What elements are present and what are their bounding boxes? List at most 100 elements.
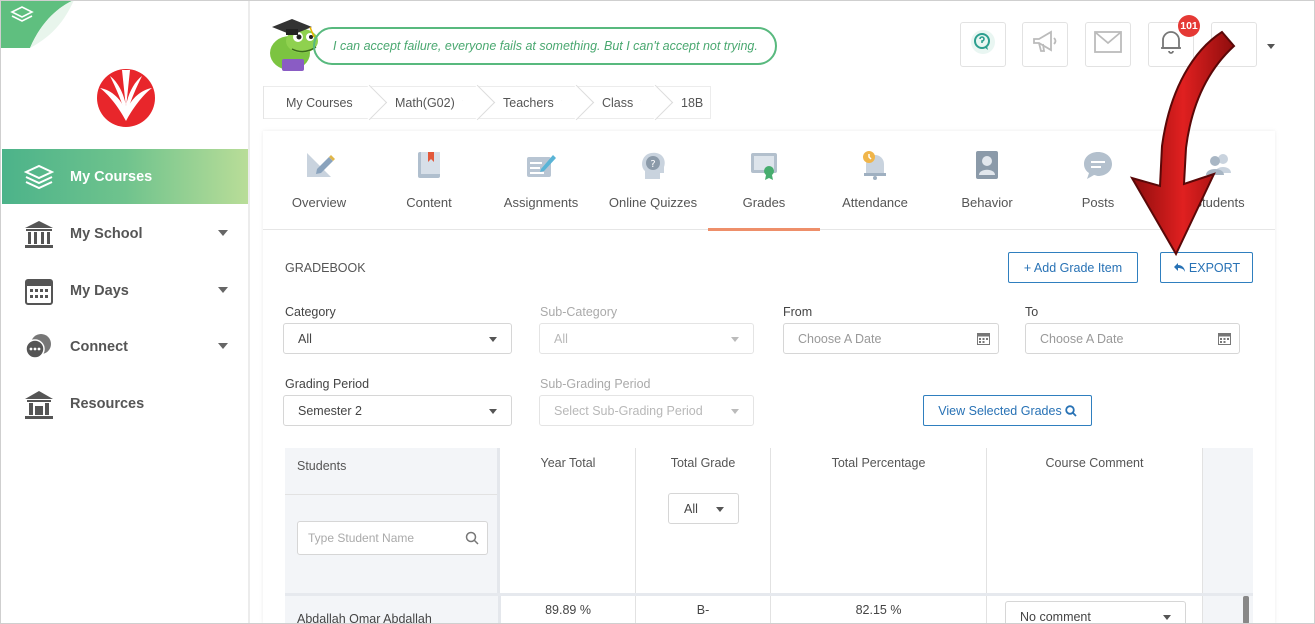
- pencil-ruler-icon: [307, 153, 335, 177]
- motivational-quote: I can accept failure, everyone fails at …: [313, 27, 777, 65]
- subcategory-label: Sub-Category: [540, 305, 618, 319]
- edit-card-icon: [527, 155, 556, 177]
- sidebar-item-my-days[interactable]: My Days: [2, 263, 248, 318]
- tab-label: Grades: [742, 195, 786, 210]
- calendar-icon: [22, 274, 56, 308]
- breadcrumb: My Courses Math(G02) Teachers Class 18B: [263, 84, 711, 121]
- tab-online-quizzes[interactable]: ? Online Quizzes: [597, 131, 709, 230]
- gradebook-table: Students Type Student Name Year Total To…: [285, 448, 1253, 624]
- breadcrumb-teachers[interactable]: Teachers: [481, 84, 595, 121]
- sidebar: My Courses My School My Days Connect Res…: [0, 0, 250, 624]
- to-date-input[interactable]: Choose A Date: [1025, 323, 1240, 354]
- tab-label: Behavior: [961, 195, 1013, 210]
- annotation-arrow-icon: [1129, 30, 1236, 257]
- sidebar-item-label: My School: [70, 225, 143, 242]
- year-total-header: Year Total: [501, 448, 636, 593]
- tab-label: Assignments: [503, 195, 579, 210]
- certificate-icon: [751, 153, 777, 180]
- school-logo-icon: [97, 69, 155, 127]
- user-menu-caret-icon[interactable]: [1267, 44, 1275, 49]
- course-comment-value: No comment: [1020, 609, 1091, 624]
- tab-content[interactable]: Content: [373, 131, 485, 230]
- subcategory-select[interactable]: All: [539, 323, 754, 354]
- students-header-label: Students: [297, 459, 347, 473]
- person-badge-icon: [976, 151, 998, 179]
- sidebar-item-resources[interactable]: Resources: [2, 376, 248, 431]
- sidebar-item-label: Resources: [70, 395, 145, 412]
- sub-grading-period-placeholder: Select Sub-Grading Period: [554, 403, 703, 418]
- gradebook-title: GRADEBOOK: [285, 261, 366, 275]
- student-search-input[interactable]: Type Student Name: [297, 521, 488, 555]
- breadcrumb-course[interactable]: Math(G02): [373, 84, 496, 121]
- tab-grades[interactable]: Grades: [708, 131, 820, 231]
- export-label: EXPORT: [1188, 260, 1241, 275]
- tab-label: Online Quizzes: [608, 195, 698, 210]
- layers-icon: [22, 160, 56, 194]
- tab-assignments[interactable]: Assignments: [485, 131, 597, 230]
- chevron-down-icon: [489, 409, 497, 414]
- announcements-button[interactable]: [1022, 22, 1068, 67]
- tab-behavior[interactable]: Behavior: [931, 131, 1043, 230]
- grading-period-value: Semester 2: [298, 403, 362, 418]
- course-comment-select[interactable]: No comment: [1005, 601, 1186, 624]
- book-icon: [418, 152, 440, 178]
- view-selected-grades-label: View Selected Grades: [938, 403, 1062, 418]
- sub-grading-period-label: Sub-Grading Period: [540, 377, 651, 391]
- search-icon: [1065, 404, 1077, 417]
- from-date-placeholder: Choose A Date: [798, 331, 882, 346]
- total-grade-filter-select[interactable]: All: [668, 493, 739, 524]
- sidebar-item-label: My Days: [70, 282, 129, 299]
- help-chat-button[interactable]: [960, 22, 1006, 67]
- from-date-input[interactable]: Choose A Date: [783, 323, 999, 354]
- tab-attendance[interactable]: Attendance: [819, 131, 931, 230]
- sidebar-item-label: Connect: [70, 338, 128, 355]
- grading-period-select[interactable]: Semester 2: [283, 395, 512, 426]
- chat-bubbles-icon: [22, 330, 56, 364]
- tab-overview[interactable]: Overview: [263, 131, 375, 230]
- chevron-down-icon: [1163, 615, 1171, 620]
- chevron-down-icon: [218, 230, 228, 236]
- chevron-down-icon: [218, 287, 228, 293]
- sidebar-item-connect[interactable]: Connect: [2, 319, 248, 374]
- corner-fold-icon[interactable]: [0, 0, 74, 48]
- tab-label: Overview: [291, 195, 347, 210]
- breadcrumb-my-courses[interactable]: My Courses: [264, 84, 388, 121]
- course-comment-header: Course Comment: [987, 448, 1203, 593]
- reply-arrow-icon: [1173, 263, 1185, 272]
- student-search-placeholder: Type Student Name: [308, 531, 415, 545]
- subcategory-value: All: [554, 331, 568, 346]
- chevron-down-icon: [731, 337, 739, 342]
- sidebar-item-label: My Courses: [70, 168, 153, 185]
- scrollbar-thumb[interactable]: [1243, 596, 1249, 624]
- search-icon: [465, 531, 479, 545]
- category-value: All: [298, 331, 312, 346]
- library-icon: [22, 387, 56, 421]
- breadcrumb-label: My Courses: [286, 95, 353, 110]
- total-grade-filter-value: All: [684, 501, 698, 516]
- total-percentage-cell: 82.15 %: [771, 596, 987, 624]
- chevron-down-icon: [218, 343, 228, 349]
- svg-text:?: ?: [650, 159, 655, 170]
- megaphone-icon: [1031, 29, 1059, 60]
- total-grade-cell: B-: [636, 596, 771, 624]
- from-label: From: [783, 305, 813, 319]
- breadcrumb-label: Math(G02): [395, 95, 455, 110]
- category-label: Category: [285, 305, 336, 319]
- total-percentage-header: Total Percentage: [771, 448, 987, 593]
- view-selected-grades-button[interactable]: View Selected Grades: [923, 395, 1092, 426]
- grading-period-label: Grading Period: [285, 377, 370, 391]
- student-name-cell[interactable]: Abdallah Omar Abdallah: [285, 596, 501, 624]
- sub-grading-period-select[interactable]: Select Sub-Grading Period: [539, 395, 754, 426]
- breadcrumb-label: 18B: [681, 95, 704, 110]
- chevron-down-icon: [716, 507, 724, 512]
- year-total-cell: 89.89 %: [501, 596, 636, 624]
- bell-clock-icon: [863, 151, 886, 180]
- breadcrumb-label: Class: [602, 95, 634, 110]
- category-select[interactable]: All: [283, 323, 512, 354]
- to-date-placeholder: Choose A Date: [1040, 331, 1124, 346]
- chevron-down-icon: [489, 337, 497, 342]
- sidebar-item-my-school[interactable]: My School: [2, 206, 248, 261]
- chevron-down-icon: [731, 409, 739, 414]
- sidebar-item-my-courses[interactable]: My Courses: [2, 149, 248, 204]
- help-chat-icon: [970, 29, 996, 60]
